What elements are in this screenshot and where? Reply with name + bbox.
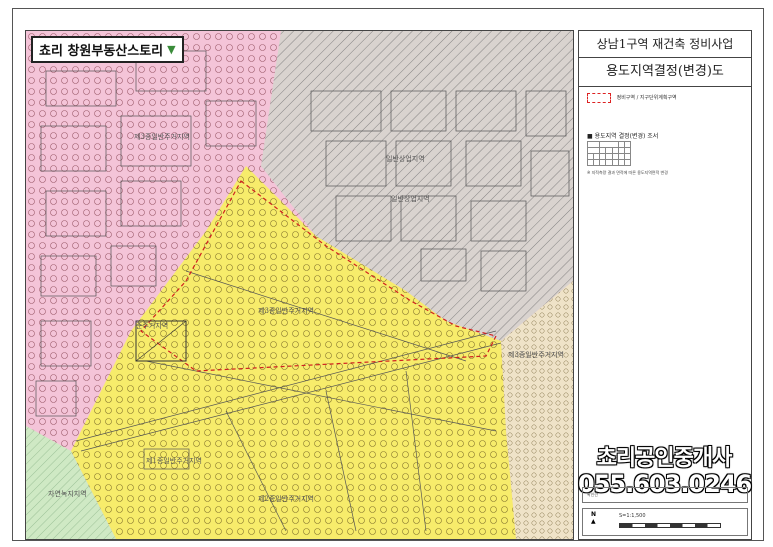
table-title: ■ 용도지역 결정(변경) 조서 <box>587 133 659 140</box>
scale-box: N ▲ S=1:1,500 <box>582 508 748 536</box>
label-zone-6: 제1종일반주거지역 <box>146 456 202 465</box>
confirmation-box: 확인란 <box>582 487 748 503</box>
label-zone-8: 제2종일반주거지역 <box>258 494 314 503</box>
project-title: 상남1구역 재건축 정비사업 <box>579 31 751 58</box>
label-zone-9: 제3종일반주거지역 <box>508 350 564 359</box>
scale-bar <box>619 523 721 528</box>
scale-text: S=1:1,500 <box>619 513 646 519</box>
north-arrow-icon: N ▲ <box>591 511 597 525</box>
boundary-legend-swatch <box>587 93 611 103</box>
zoning-map-canvas: 제3종일반주거지역 일반상업지역 일반상업지역 제3종일반주거지역 준주거지역 … <box>26 31 573 539</box>
advert-agency: 쵸리공인중개사 <box>596 446 733 471</box>
label-zone-4: 제3종일반주거지역 <box>258 306 314 315</box>
zoning-table <box>586 141 631 166</box>
label-zone-7: 자연녹지지역 <box>48 489 87 498</box>
sign-label: 확인란 <box>587 492 599 497</box>
label-zone-2: 일반상업지역 <box>386 154 425 163</box>
label-zone-5: 준주거지역 <box>136 321 168 330</box>
table-note: ※ 지적측량 결과 면적에 따른 용도지역면적 변경 <box>587 170 668 175</box>
legend: 정비구역 / 지구단위계획구역 <box>587 93 677 103</box>
brand-name: 쵸리 창원부동산스토리 <box>39 44 164 59</box>
zoning-map[interactable]: 제3종일반주거지역 일반상업지역 일반상업지역 제3종일반주거지역 준주거지역 … <box>25 30 574 540</box>
green-triangle-down-icon: ▼ <box>167 43 176 56</box>
map-title: 용도지역결정(변경)도 <box>579 58 751 87</box>
brand-badge[interactable]: 쵸리 창원부동산스토리 ▼ <box>31 36 184 63</box>
legend-label: 정비구역 / 지구단위계획구역 <box>616 95 677 101</box>
label-zone-3: 일반상업지역 <box>391 194 430 203</box>
label-zone-1: 제3종일반주거지역 <box>134 132 190 141</box>
